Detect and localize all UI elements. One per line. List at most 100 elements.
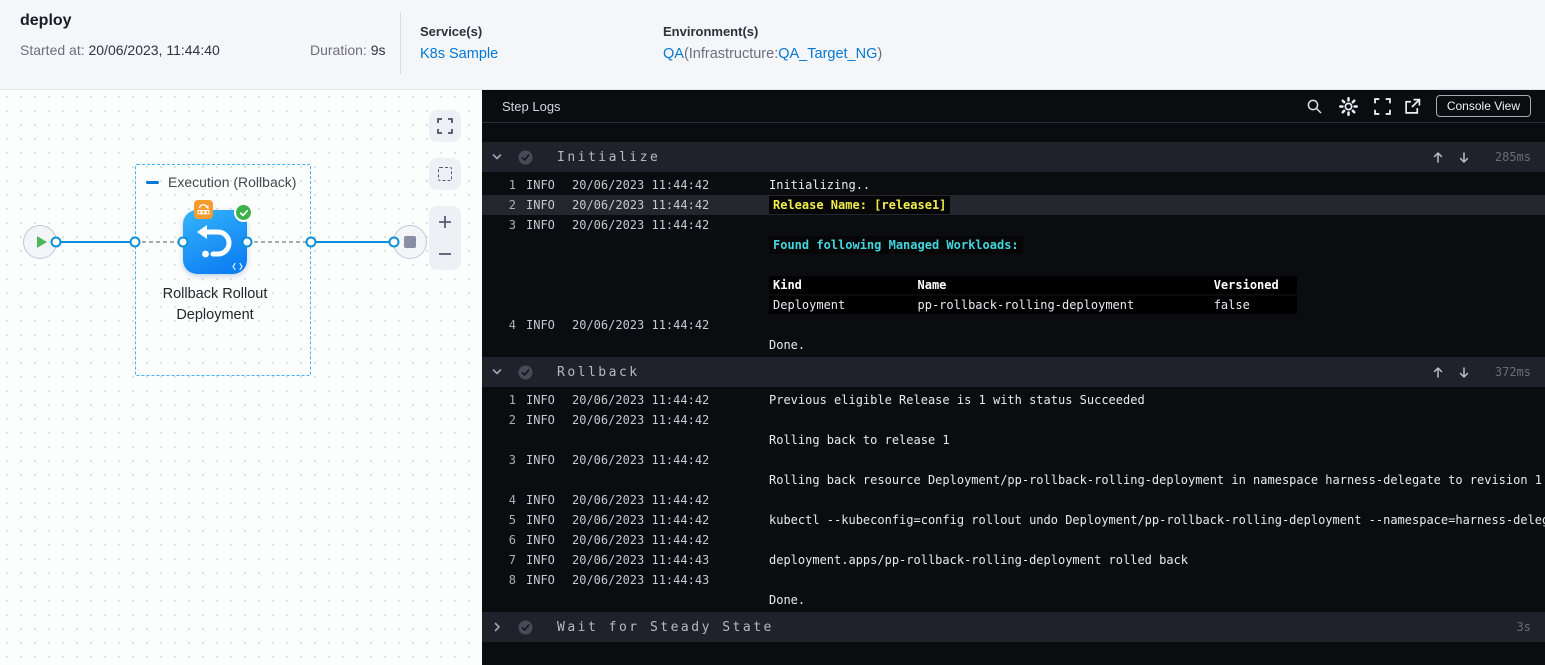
zoom-out-icon — [439, 253, 451, 255]
log-message: Rolling back resource Deployment/pp-roll… — [769, 473, 1543, 487]
line-number: 3 — [508, 218, 516, 232]
log-level: INFO — [526, 178, 555, 192]
section-header-rollback[interactable]: Rollback 372ms — [482, 357, 1545, 387]
log-level — [526, 255, 572, 275]
log-timestamp — [572, 590, 769, 610]
line-number — [482, 335, 516, 355]
section-duration: 285ms — [1494, 150, 1531, 164]
line-number: 2 — [508, 413, 516, 427]
environments-block: Environment(s) QA(Infrastructure:QA_Targ… — [663, 24, 882, 62]
line-number: 1 — [508, 178, 516, 192]
open-in-new-icon[interactable] — [1398, 94, 1428, 118]
line-number — [482, 255, 516, 275]
settings-gear-icon[interactable] — [1330, 94, 1368, 118]
log-level — [526, 295, 572, 315]
log-timestamp — [572, 470, 769, 490]
log-timestamp — [572, 295, 769, 315]
log-line: 5 INFO 20/06/2023 11:44:42 kubectl --kubeco… — [482, 510, 1545, 530]
log-timestamp: 20/06/2023 11:44:42 — [572, 178, 710, 192]
line-number — [482, 430, 516, 450]
scroll-to-bottom-icon[interactable] — [1451, 151, 1477, 164]
execution-group-header[interactable]: Execution (Rollback) — [146, 174, 296, 190]
infrastructure-suffix: ) — [877, 46, 883, 62]
fullscreen-icon[interactable] — [1368, 94, 1398, 118]
scroll-to-bottom-icon[interactable] — [1451, 366, 1477, 379]
log-message: Done. — [769, 593, 806, 607]
chevron-down-icon[interactable] — [490, 366, 504, 378]
log-timestamp: 20/06/2023 11:44:42 — [572, 318, 710, 332]
line-number: 1 — [508, 393, 516, 407]
log-timestamp: 20/06/2023 11:44:42 — [572, 413, 710, 427]
log-line: 7 INFO 20/06/2023 11:44:43 deployment.apps/… — [482, 550, 1545, 570]
section-title: Wait for Steady State — [557, 619, 774, 635]
header-divider — [400, 12, 401, 74]
pipeline-end-node[interactable] — [393, 225, 427, 259]
started-at-value: 20/06/2023, 11:44:40 — [88, 42, 220, 58]
log-timestamp: 20/06/2023 11:44:42 — [572, 198, 710, 212]
log-section-initialize: Initialize 285ms 1 INFO 20/06/2023 11:44:42 I… — [482, 142, 1545, 355]
log-message: Previous eligible Release is 1 with stat… — [769, 393, 1145, 407]
log-message — [769, 450, 1545, 470]
scroll-to-top-icon[interactable] — [1425, 366, 1451, 379]
pipeline-start-node[interactable] — [23, 225, 57, 259]
log-level: INFO — [526, 453, 555, 467]
log-section-rollback: Rollback 372ms 1 INFO 20/06/2023 11:44:42 Pre… — [482, 357, 1545, 610]
log-level: INFO — [526, 393, 555, 407]
log-message: Found following Managed Workloads: — [769, 235, 1545, 255]
pipeline-canvas[interactable]: Execution (Rollback) Rollback Rollout De… — [0, 90, 482, 665]
execution-group-label: Execution (Rollback) — [168, 174, 297, 190]
rollback-step-icon — [197, 225, 232, 258]
log-line: Done. — [482, 335, 1545, 355]
zoom-in-button[interactable] — [429, 207, 461, 237]
scroll-to-top-icon[interactable] — [1425, 151, 1451, 164]
log-timestamp — [572, 275, 769, 295]
log-message: Release Name: [release1] — [769, 195, 1545, 215]
environment-link[interactable]: QA — [663, 46, 684, 62]
zoom-out-button[interactable] — [429, 239, 461, 269]
log-level: INFO — [526, 413, 555, 427]
console-view-button[interactable]: Console View — [1435, 95, 1531, 117]
log-level — [526, 275, 572, 295]
log-line: 2 INFO 20/06/2023 11:44:42 Release Name: [r… — [482, 195, 1545, 215]
collapse-group-icon[interactable] — [146, 180, 159, 184]
line-number: 6 — [508, 533, 516, 547]
log-message: Deployment pp-rollback-rolling-deploymen… — [769, 295, 1545, 315]
log-level: INFO — [526, 513, 555, 527]
search-icon[interactable] — [1300, 94, 1330, 118]
log-line: 6 INFO 20/06/2023 11:44:42 — [482, 530, 1545, 550]
log-line: 1 INFO 20/06/2023 11:44:42 Initializing.. — [482, 175, 1545, 195]
section-header-initialize[interactable]: Initialize 285ms — [482, 142, 1545, 172]
log-body: Initialize 285ms 1 INFO 20/06/2023 11:44:42 I… — [482, 123, 1545, 665]
success-check-icon — [234, 203, 253, 222]
service-link[interactable]: K8s Sample — [420, 46, 498, 62]
log-line: 4 INFO 20/06/2023 11:44:42 — [482, 490, 1545, 510]
status-success-icon — [518, 365, 533, 380]
section-title: Rollback — [557, 364, 640, 380]
zoom-controls — [429, 206, 461, 270]
play-icon — [36, 236, 47, 248]
log-message — [769, 255, 1545, 275]
duration: Duration: 9s — [310, 42, 386, 58]
line-number — [482, 235, 516, 255]
line-number: 4 — [508, 493, 516, 507]
log-message — [769, 315, 1545, 335]
log-line: Kind Name Versioned — [482, 275, 1545, 295]
duration-value: 9s — [370, 42, 386, 58]
log-line: Rolling back resource Deployment/pp-roll… — [482, 470, 1545, 490]
infrastructure-link[interactable]: QA_Target_NG — [778, 46, 877, 62]
log-level: INFO — [526, 573, 555, 587]
log-level: INFO — [526, 218, 555, 232]
section-header-wait-for-steady-state[interactable]: Wait for Steady State 3s — [482, 612, 1545, 642]
execution-header: deploy Started at: 20/06/2023, 11:44:40 … — [0, 0, 1545, 90]
log-line: 1 INFO 20/06/2023 11:44:42 Previous eligibl… — [482, 390, 1545, 410]
fit-screen-button[interactable] — [429, 110, 461, 142]
marquee-select-button[interactable] — [429, 158, 461, 190]
log-timestamp — [572, 335, 769, 355]
log-timestamp — [572, 430, 769, 450]
chevron-right-icon[interactable] — [490, 621, 504, 633]
chevron-down-icon[interactable] — [490, 151, 504, 163]
section-duration: 3s — [1516, 620, 1531, 634]
line-number — [482, 275, 516, 295]
services-block: Service(s) K8s Sample — [420, 24, 498, 62]
log-level — [526, 235, 572, 255]
